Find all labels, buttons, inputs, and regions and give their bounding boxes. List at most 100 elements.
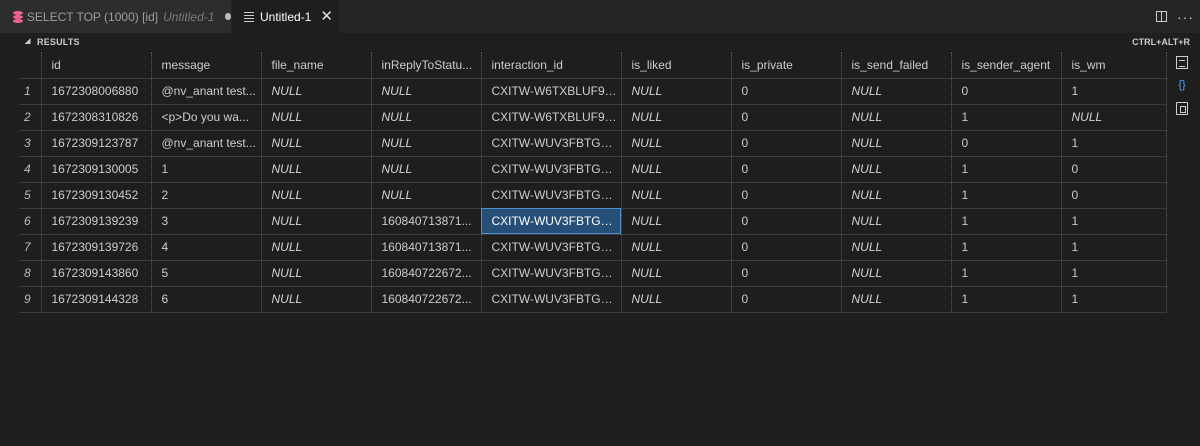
table-row[interactable]: 6 1672309139239 3 NULL 160840713871... CXITW-… [19,208,1167,235]
table-cell[interactable]: 160840713871... [371,234,482,261]
table-cell[interactable]: NULL [261,182,372,209]
table-cell[interactable]: 1672309130452 [41,182,152,209]
column-header[interactable]: is_wm [1061,52,1167,79]
table-row[interactable]: 5 1672309130452 2 NULL NULL CXITW-WUV3FBTGKEZ… [19,182,1167,209]
save-as-csv-icon[interactable] [1176,56,1188,69]
save-as-excel-icon[interactable] [1176,102,1188,115]
table-row[interactable]: 1 1672308006880 @nv_anant test... NULL NULL C… [19,78,1167,105]
table-cell[interactable]: CXITW-W6TXBLUF9EG [481,104,622,131]
table-cell[interactable]: 160840722672... [371,260,482,287]
column-header[interactable]: inReplyToStatu... [371,52,482,79]
table-cell[interactable]: NULL [841,182,952,209]
table-cell[interactable]: CXITW-WUV3FBTGKEZ [481,208,622,235]
unsaved-dot-icon[interactable] [225,13,231,20]
table-cell[interactable]: NULL [621,104,732,131]
table-cell[interactable]: 1672309130005 [41,156,152,183]
table-row[interactable]: 3 1672309123787 @nv_anant test... NULL NULL C… [19,130,1167,157]
table-cell[interactable]: 5 [151,260,262,287]
table-cell[interactable]: NULL [261,260,372,287]
table-cell[interactable]: NULL [841,208,952,235]
table-cell[interactable]: NULL [371,104,482,131]
table-cell[interactable]: 160840713871... [371,208,482,235]
table-row[interactable]: 2 1672308310826 <p>Do you wa... NULL NULL CXI… [19,104,1167,131]
table-cell[interactable]: @nv_anant test... [151,130,262,157]
table-cell[interactable]: 0 [951,130,1062,157]
table-cell[interactable]: 1672309123787 [41,130,152,157]
tab-select-query[interactable]: SELECT TOP (1000) [id] Untitled-1 [0,0,231,33]
column-header[interactable]: interaction_id [481,52,622,79]
table-cell[interactable]: CXITW-W6TXBLUF9EG [481,78,622,105]
column-header[interactable]: is_private [731,52,842,79]
table-cell[interactable]: CXITW-WUV3FBTGKEZ [481,182,622,209]
table-cell[interactable]: 0 [731,78,842,105]
table-row[interactable]: 8 1672309143860 5 NULL 160840722672... CXITW-… [19,260,1167,287]
table-cell[interactable]: 1672308310826 [41,104,152,131]
table-row[interactable]: 9 1672309144328 6 NULL 160840722672... CXITW-… [19,286,1167,313]
table-cell[interactable]: 1672309144328 [41,286,152,313]
table-cell[interactable]: CXITW-WUV3FBTGKEZ [481,130,622,157]
column-header[interactable]: is_send_failed [841,52,952,79]
table-cell[interactable]: NULL [621,234,732,261]
table-cell[interactable]: CXITW-WUV3FBTGKEZ [481,286,622,313]
table-cell[interactable]: 1 [951,286,1062,313]
table-cell[interactable]: 0 [731,156,842,183]
results-grid[interactable]: id message file_name inReplyToStatu... i… [19,52,1167,313]
table-cell[interactable]: 0 [731,260,842,287]
results-header[interactable]: ◢ RESULTS CTRL+ALT+R [0,35,1200,49]
table-cell[interactable]: 0 [731,130,842,157]
table-cell[interactable]: 1 [1061,130,1167,157]
table-cell[interactable]: 1 [951,208,1062,235]
table-cell[interactable]: NULL [621,156,732,183]
table-cell[interactable]: NULL [371,182,482,209]
table-cell[interactable]: NULL [621,208,732,235]
column-header[interactable]: is_sender_agent [951,52,1062,79]
table-cell[interactable]: CXITW-WUV3FBTGKEZ [481,156,622,183]
table-cell[interactable]: 1672308006880 [41,78,152,105]
table-cell[interactable]: 1 [951,104,1062,131]
table-cell[interactable]: NULL [261,156,372,183]
table-cell[interactable]: 1 [951,260,1062,287]
table-cell[interactable]: 0 [1061,156,1167,183]
table-cell[interactable]: 160840722672... [371,286,482,313]
table-cell[interactable]: NULL [841,78,952,105]
table-cell[interactable]: NULL [621,286,732,313]
table-cell[interactable]: 0 [951,78,1062,105]
collapse-icon[interactable]: ◢ [25,37,30,45]
table-cell[interactable]: 1672309143860 [41,260,152,287]
table-cell[interactable]: <p>Do you wa... [151,104,262,131]
table-cell[interactable]: NULL [841,260,952,287]
table-cell[interactable]: 1 [1061,234,1167,261]
more-actions-icon[interactable]: ··· [1177,9,1194,25]
table-cell[interactable]: 1 [1061,260,1167,287]
table-cell[interactable]: NULL [261,234,372,261]
table-row[interactable]: 7 1672309139726 4 NULL 160840713871... CXITW-… [19,234,1167,261]
close-icon[interactable]: ✕ [320,9,333,24]
table-cell[interactable]: 0 [731,234,842,261]
table-cell[interactable]: 0 [1061,182,1167,209]
table-cell[interactable]: NULL [841,104,952,131]
column-header[interactable]: message [151,52,262,79]
table-cell[interactable]: 1 [951,182,1062,209]
table-cell[interactable]: 2 [151,182,262,209]
table-cell[interactable]: NULL [261,286,372,313]
table-cell[interactable]: NULL [621,260,732,287]
table-cell[interactable]: NULL [621,182,732,209]
table-cell[interactable]: NULL [261,130,372,157]
table-cell[interactable]: CXITW-WUV3FBTGKEZ [481,260,622,287]
column-header[interactable]: file_name [261,52,372,79]
table-cell[interactable]: 0 [731,104,842,131]
table-cell[interactable]: 0 [731,286,842,313]
split-editor-icon[interactable] [1156,11,1167,22]
table-row[interactable]: 4 1672309130005 1 NULL NULL CXITW-WUV3FBTGKEZ… [19,156,1167,183]
table-cell[interactable]: NULL [371,130,482,157]
table-cell[interactable]: NULL [621,78,732,105]
table-cell[interactable]: NULL [841,234,952,261]
table-cell[interactable]: 1 [151,156,262,183]
table-cell[interactable]: 6 [151,286,262,313]
table-cell[interactable]: NULL [841,130,952,157]
table-cell[interactable]: 1672309139726 [41,234,152,261]
table-cell[interactable]: NULL [621,130,732,157]
tab-untitled-1[interactable]: Untitled-1 ✕ [232,0,339,33]
table-cell[interactable]: 1 [1061,208,1167,235]
table-cell[interactable]: 1 [1061,286,1167,313]
